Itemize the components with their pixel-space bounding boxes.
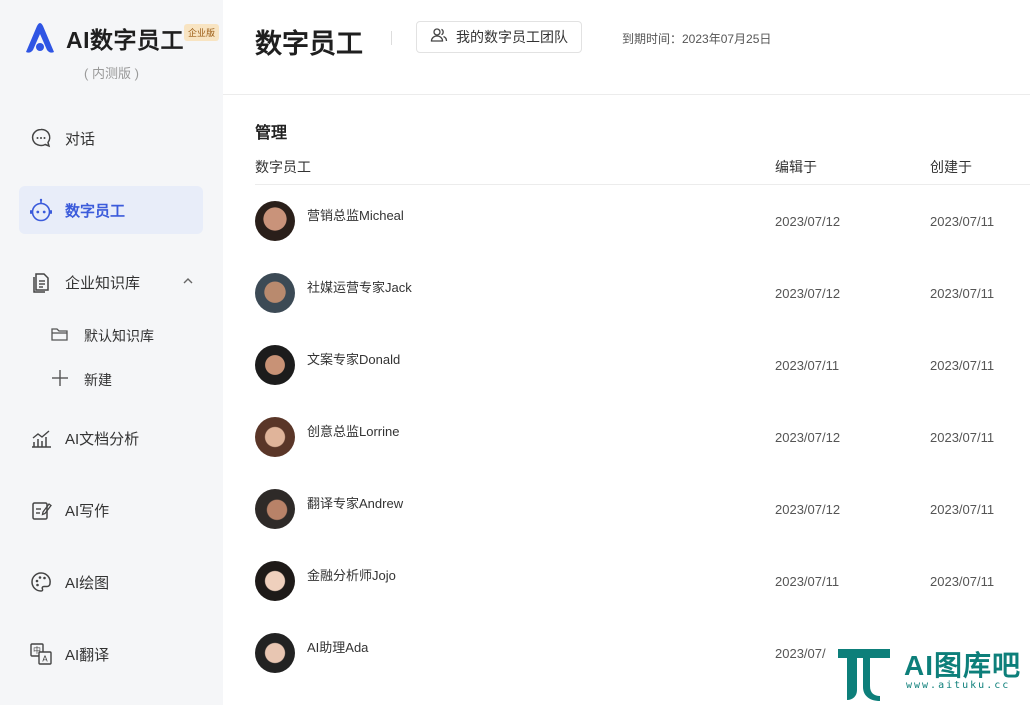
sidebar-item-chat[interactable]: 对话 <box>19 114 203 162</box>
sidebar-item-translate[interactable]: 中A AI翻译 <box>19 630 203 678</box>
table-row[interactable]: 社媒运营专家Jack 2023/07/12 2023/07/11 <box>255 257 1030 329</box>
header-divider <box>391 31 392 45</box>
created-date: 2023/07/11 <box>930 430 995 445</box>
watermark: AI图库吧 www.aituku.cc <box>836 644 1026 702</box>
edited-date: 2023/07/11 <box>775 574 840 589</box>
translate-icon: 中A <box>29 642 53 666</box>
robot-icon <box>29 198 53 222</box>
avatar <box>255 561 295 601</box>
enterprise-badge: 企业版 <box>184 24 220 41</box>
app-logo[interactable]: AI数字员工 <box>22 20 184 56</box>
sidebar-item-drawing[interactable]: AI绘图 <box>19 558 203 606</box>
edited-date: 2023/07/12 <box>775 502 841 517</box>
staff-name: 翻译专家Andrew <box>307 496 404 511</box>
avatar <box>255 273 295 313</box>
sidebar-item-digital-staff[interactable]: 数字员工 <box>19 186 203 234</box>
sidebar-subitem-label: 默认知识库 <box>84 328 154 344</box>
column-header-created: 创建于 <box>930 159 972 175</box>
sidebar-subitem-label: 新建 <box>84 372 112 388</box>
sidebar-item-writing[interactable]: AI写作 <box>19 486 203 534</box>
page-header: 数字员工 我的数字员工团队 到期时间：2023年07月25日 <box>223 0 1030 95</box>
sidebar-item-label: AI文档分析 <box>65 430 140 448</box>
column-header-edited: 编辑于 <box>775 159 817 175</box>
sidebar-item-label: 对话 <box>65 130 96 148</box>
staff-name: 社媒运营专家Jack <box>307 280 412 295</box>
watermark-logo-icon <box>838 649 890 701</box>
sidebar-item-label: 企业知识库 <box>65 274 141 292</box>
my-team-button-label: 我的数字员工团队 <box>456 29 568 45</box>
created-date: 2023/07/11 <box>930 574 995 589</box>
avatar <box>255 489 295 529</box>
edited-date: 2023/07/11 <box>775 358 840 373</box>
expiry-date: 到期时间：2023年07月25日 <box>622 32 772 46</box>
staff-name: 金融分析师Jojo <box>307 568 396 583</box>
table-row[interactable]: 文案专家Donald 2023/07/11 2023/07/11 <box>255 329 1030 401</box>
edited-date: 2023/07/12 <box>775 286 841 301</box>
sidebar-item-doc-analysis[interactable]: AI文档分析 <box>19 414 203 462</box>
created-date: 2023/07/11 <box>930 358 995 373</box>
folder-icon <box>50 325 70 348</box>
sidebar-subitem-default-kb[interactable]: 默认知识库 <box>50 321 154 351</box>
watermark-text: AI图库吧 <box>904 650 1022 681</box>
created-date: 2023/07/11 <box>930 502 995 517</box>
chevron-up-icon[interactable] <box>181 274 195 293</box>
staff-name: 营销总监Micheal <box>307 208 404 223</box>
chat-icon <box>29 126 53 150</box>
edition-label: ( 内测版 ) <box>84 66 139 81</box>
plus-icon <box>50 369 70 392</box>
staff-name: 文案专家Donald <box>307 352 401 367</box>
app-title: AI数字员工 <box>66 27 184 53</box>
users-icon <box>430 27 448 48</box>
edited-date: 2023/07/12 <box>775 430 841 445</box>
sidebar-item-label: AI写作 <box>65 502 110 520</box>
section-title: 管理 <box>255 125 288 142</box>
edit-icon <box>29 498 53 522</box>
table-row[interactable]: 金融分析师Jojo 2023/07/11 2023/07/11 <box>255 545 1030 617</box>
my-team-button[interactable]: 我的数字员工团队 <box>416 21 582 53</box>
svg-text:A: A <box>42 655 48 664</box>
table-row[interactable]: 翻译专家Andrew 2023/07/12 2023/07/11 <box>255 473 1030 545</box>
sidebar: AI数字员工 企业版 ( 内测版 ) 对话 数字员工 企业知识库 默认知识库 新… <box>0 0 223 705</box>
sidebar-subitem-new[interactable]: 新建 <box>50 365 112 395</box>
avatar <box>255 417 295 457</box>
table-row[interactable]: 营销总监Micheal 2023/07/12 2023/07/11 <box>255 185 1030 257</box>
avatar <box>255 201 295 241</box>
table-row[interactable]: 创意总监Lorrine 2023/07/12 2023/07/11 <box>255 401 1030 473</box>
palette-icon <box>29 570 53 594</box>
document-icon <box>29 270 53 294</box>
created-date: 2023/07/11 <box>930 286 995 301</box>
avatar <box>255 633 295 673</box>
edited-date: 2023/07/12 <box>775 214 841 229</box>
sidebar-item-label: 数字员工 <box>65 202 126 220</box>
staff-name: 创意总监Lorrine <box>307 424 400 439</box>
sidebar-item-knowledge-base[interactable]: 企业知识库 <box>19 258 203 306</box>
watermark-url: www.aituku.cc <box>906 680 1011 691</box>
created-date: 2023/07/11 <box>930 214 995 229</box>
column-header-name: 数字员工 <box>255 159 311 175</box>
sidebar-item-label: AI绘图 <box>65 574 110 592</box>
page-title: 数字员工 <box>255 29 363 59</box>
logo-icon <box>26 23 54 53</box>
staff-name: AI助理Ada <box>307 640 369 655</box>
chart-icon <box>29 426 53 450</box>
sidebar-item-label: AI翻译 <box>65 646 110 664</box>
edited-date: 2023/07/ <box>775 646 826 661</box>
avatar <box>255 345 295 385</box>
